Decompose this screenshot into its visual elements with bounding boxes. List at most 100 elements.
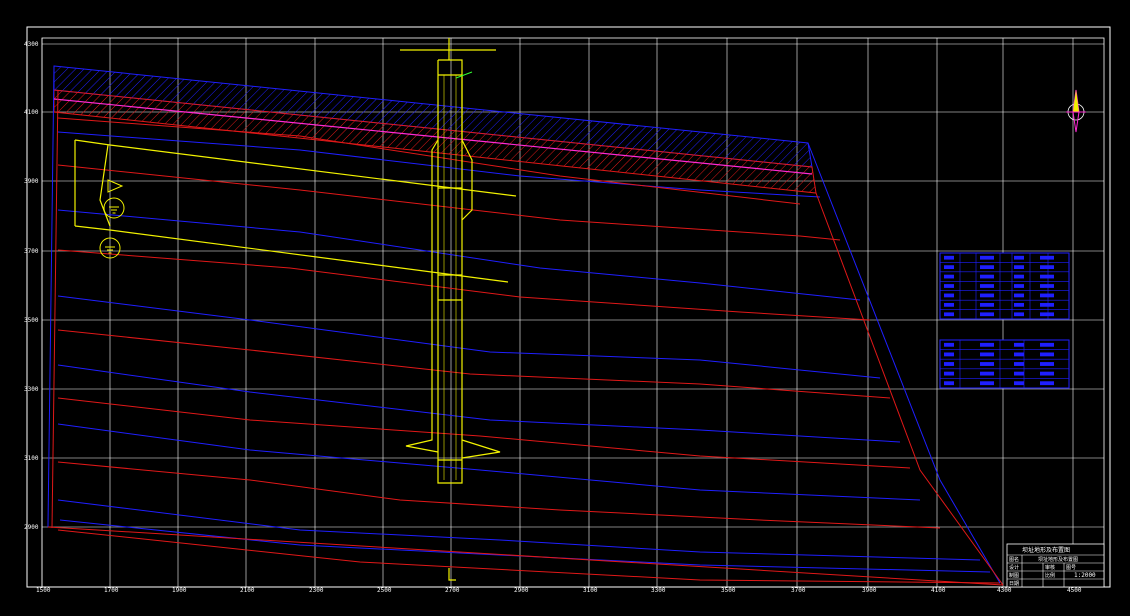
x-tick-label: 1700 (104, 587, 119, 594)
y-tick-label: 4300 (24, 41, 39, 48)
boundary-bottom-red (47, 526, 1004, 586)
table-cell-text (944, 302, 954, 307)
table-cell-text (1014, 362, 1024, 366)
table-cell-text (980, 312, 994, 317)
x-tick-label: 3300 (651, 587, 666, 594)
table-cell-text (1040, 342, 1054, 347)
x-tick-label: 3900 (862, 587, 877, 594)
table-cell-text (944, 255, 954, 260)
legend-table-2 (939, 339, 1070, 389)
table-cell-text (980, 302, 994, 307)
legend-table-1 (939, 252, 1070, 320)
red-contour (57, 329, 891, 399)
x-tick-label: 2900 (514, 587, 529, 594)
x-tick-label: 4500 (1067, 587, 1082, 594)
north-arrow-icon (1066, 89, 1086, 133)
table-cell-text (1040, 255, 1054, 260)
x-tick-label: 2500 (377, 587, 392, 594)
table-cell-text (944, 312, 954, 317)
y-tick-label: 3300 (24, 386, 39, 393)
x-tick-label: 1500 (36, 587, 51, 594)
table-cell-text (944, 352, 954, 357)
red-contour (57, 397, 911, 469)
table-cell-text (980, 342, 994, 347)
x-tick-label: 1900 (172, 587, 187, 594)
table-cell-text (980, 255, 994, 260)
table-cell-text (1040, 284, 1054, 288)
table-cell-text (980, 293, 994, 298)
y-tick-label: 3700 (24, 248, 39, 255)
x-tick-label: 2100 (240, 587, 255, 594)
table-cell-text (1014, 352, 1024, 357)
title-block: 坝址地形及布置图 图名 坝址地形及布置图 设计 审核 图号 制图 比例 1:20… (1006, 543, 1105, 588)
y-tick-label: 3900 (24, 178, 39, 185)
blue-contour (57, 295, 881, 379)
y-tick-label: 3100 (24, 455, 39, 462)
blue-contour (59, 519, 991, 573)
table-cell-text (980, 381, 994, 386)
hatched-zone (53, 65, 817, 194)
stilling-basin (461, 439, 501, 459)
table-cell-text (944, 293, 954, 298)
table-cell-text (1014, 371, 1024, 376)
title-block-row4-label: 日期 (1009, 581, 1019, 587)
table-cell-text (1040, 362, 1054, 366)
x-tick-label: 4100 (931, 587, 946, 594)
table-cell-text (1014, 265, 1024, 270)
table-cell-text (1040, 381, 1054, 386)
table-cell-text (944, 362, 954, 366)
site-plan-drawing: 1500 1700 1900 2100 2300 2500 2700 2900 3100 3300… (24, 26, 1111, 594)
blue-contour (57, 499, 981, 561)
table-cell-text (1040, 312, 1054, 317)
table-cell-text (1014, 342, 1024, 347)
red-contour (57, 249, 871, 321)
cad-drawing-canvas[interactable]: 1500 1700 1900 2100 2300 2500 2700 2900 3100 3300… (0, 0, 1130, 612)
table-cell-text (1014, 302, 1024, 307)
table-cell-text (1014, 312, 1024, 317)
dam-axis-bottom (448, 568, 456, 581)
x-tick-label: 3700 (791, 587, 806, 594)
x-tick-label: 3100 (583, 587, 598, 594)
table-cell-text (980, 352, 994, 357)
title-block-row2-label: 设计 (1009, 564, 1019, 571)
x-tick-label: 3500 (721, 587, 736, 594)
table-cell-text (944, 381, 954, 386)
table-cell-text (944, 284, 954, 288)
x-tick-label: 2700 (445, 587, 460, 594)
table-cell-text (980, 265, 994, 270)
table-cell-text (1040, 265, 1054, 270)
x-tick-label: 2300 (309, 587, 324, 594)
y-tick-label: 4100 (24, 109, 39, 116)
title-block-row3-value: 比例 (1045, 572, 1055, 579)
table-cell-text (1040, 352, 1054, 357)
title-block-row3-label: 制图 (1009, 572, 1019, 579)
title-block-row1-label: 图名 (1009, 556, 1019, 563)
title-block-row2-extra: 图号 (1066, 565, 1076, 571)
spillway-left-wall (405, 139, 439, 453)
table-cell-text (944, 342, 954, 347)
title-block-scale: 1:2000 (1074, 572, 1096, 579)
title-block-row1-value: 坝址地形及布置图 (1038, 556, 1078, 563)
table-cell-text (1040, 274, 1054, 279)
table-cell-text (1014, 381, 1024, 386)
downstream-dam-line (74, 225, 509, 283)
y-tick-label: 3500 (24, 317, 39, 324)
table-cell-text (1014, 274, 1024, 279)
blue-contour (57, 364, 901, 443)
table-cell-text (1040, 302, 1054, 307)
title-block-row2-value: 审核 (1045, 564, 1055, 571)
table-cell-text (980, 274, 994, 279)
table-cell-text (1014, 293, 1024, 298)
x-tick-label: 4300 (997, 587, 1012, 594)
table-cell-text (980, 371, 994, 376)
y-tick-label: 2900 (24, 524, 39, 531)
table-cell-text (980, 362, 994, 366)
table-cell-text (944, 265, 954, 270)
table-cell-text (944, 371, 954, 376)
table-cell-text (980, 284, 994, 288)
table-cell-text (1014, 284, 1024, 288)
table-cell-text (1040, 293, 1054, 298)
table-cell-text (1040, 371, 1054, 376)
table-cell-text (944, 274, 954, 279)
table-cell-text (1014, 255, 1024, 260)
